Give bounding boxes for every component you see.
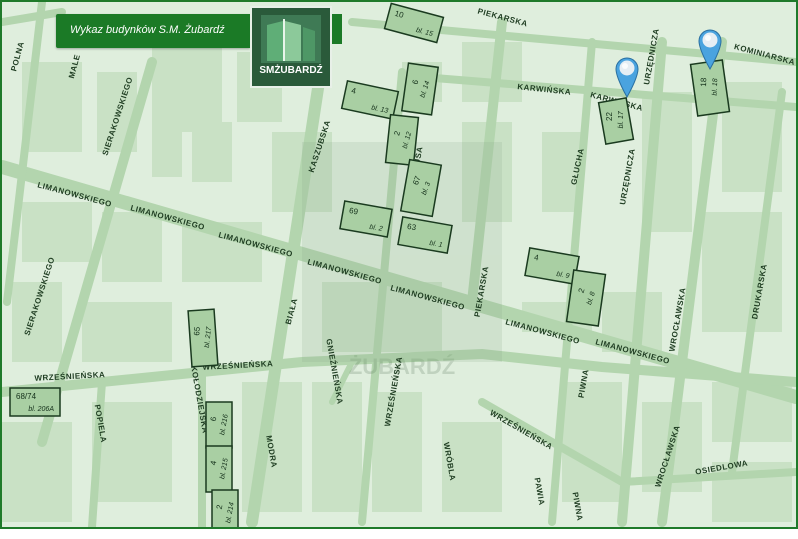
building-bl14[interactable]: 6 bl. 14 (400, 62, 440, 116)
building-number: 22 (605, 112, 614, 121)
building-label: bl. 206A (28, 406, 54, 413)
map-frame: ŻUBARDŹ POLNA MALE SIERAKOWSKIEGO SIERAKOWS… (0, 0, 798, 529)
building-outline (187, 308, 219, 368)
building-bl217[interactable]: 65 bl. 217 (187, 308, 219, 368)
building-logo-icon (261, 15, 321, 63)
building-outline (400, 62, 440, 116)
logo-text: SMŻUBARDŹ (259, 65, 323, 76)
building-bl206a[interactable]: 68/74 bl. 206A (9, 387, 61, 417)
map-pin-shape (698, 29, 722, 70)
building-label: bl. 18 (712, 78, 720, 95)
building-outline (205, 401, 233, 449)
map-canvas[interactable]: ŻUBARDŹ POLNA MALESIERAKOWSKIEGOSIERAKOWS… (2, 2, 796, 527)
page-title: Wykaz budynków S.M. Żubardź (70, 24, 225, 36)
building-outline (565, 269, 607, 327)
map-pin-shape (615, 57, 639, 98)
building-bl8[interactable]: 2bl. 8 (565, 269, 607, 327)
header-banner-end (332, 14, 342, 44)
building-bl214[interactable]: 2 bl. 214 (211, 489, 239, 527)
building-outline (205, 445, 233, 493)
building-label: bl. 17 (618, 110, 625, 128)
building-outline (384, 113, 420, 167)
building-number: 18 (699, 77, 708, 87)
building-bl216[interactable]: 6 bl. 216 (205, 401, 233, 449)
building-bl12[interactable]: 2 bl. 12 (384, 113, 420, 167)
building-number: 65 (192, 326, 202, 336)
map-pin-icon[interactable] (613, 54, 641, 98)
header-banner: Wykaz budynków S.M. Żubardź (56, 14, 250, 48)
logo[interactable]: SMŻUBARDŹ (250, 6, 332, 88)
map-pin-icon[interactable] (696, 26, 724, 70)
building-number: 68/74 (16, 392, 37, 401)
building-bl215[interactable]: 4 bl. 215 (205, 445, 233, 493)
